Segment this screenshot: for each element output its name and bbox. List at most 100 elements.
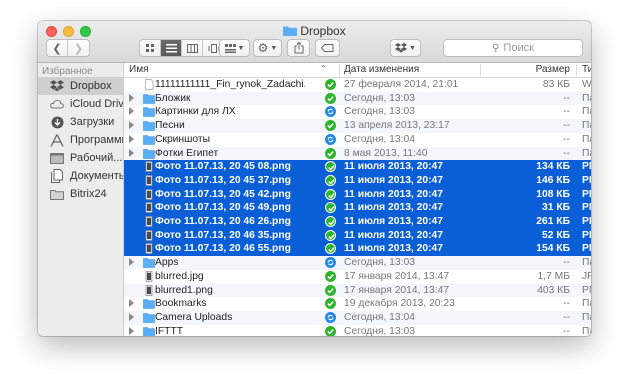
table-row[interactable]: Фото 11.07.13, 20 45 37.png 11 июля 2013,… bbox=[124, 173, 591, 188]
sync-complete-icon bbox=[325, 120, 336, 132]
table-row[interactable]: Песни 13 апреля 2013, 23:17 -- Папка bbox=[124, 119, 591, 133]
table-row[interactable]: Apps Сегодня, 13:03 -- Папка bbox=[124, 256, 591, 270]
sync-complete-icon bbox=[325, 161, 336, 173]
disclosure-triangle-icon[interactable] bbox=[129, 148, 134, 157]
table-row[interactable]: Фотки Египет 8 мая 2013, 11:40 -- Папка bbox=[124, 146, 591, 161]
column-header-date[interactable]: Дата изменения bbox=[344, 64, 419, 75]
file-size: -- bbox=[563, 257, 570, 269]
sidebar-item-icloud-drive[interactable]: iCloud Drive bbox=[38, 95, 123, 113]
image-file-icon bbox=[143, 161, 155, 173]
sidebar-item-applications[interactable]: Программы bbox=[38, 131, 123, 149]
action-button[interactable]: ⚙ ▼ bbox=[253, 39, 282, 57]
file-name: 11111111111_Fin_rynok_Zadachi.docx bbox=[155, 79, 305, 90]
file-name: Песни bbox=[155, 120, 185, 132]
file-name: IFTTT bbox=[155, 325, 184, 336]
forward-button[interactable]: ❯ bbox=[68, 40, 89, 56]
table-row[interactable]: Camera Uploads Сегодня, 13:04 -- Папка bbox=[124, 310, 591, 325]
sidebar-item-dropbox[interactable]: Dropbox bbox=[38, 77, 123, 95]
disclosure-triangle-icon[interactable] bbox=[129, 121, 134, 130]
table-row[interactable]: Фото 11.07.13, 20 46 35.png 11 июля 2013,… bbox=[124, 228, 591, 243]
table-row[interactable]: 11111111111_Fin_rynok_Zadachi.docx 27 фев… bbox=[124, 78, 591, 92]
sidebar-item-documents[interactable]: Документы bbox=[38, 167, 123, 185]
column-header-name[interactable]: Имя bbox=[129, 64, 148, 75]
file-date: 11 июля 2013, 20:47 bbox=[344, 202, 443, 214]
table-row[interactable]: Скриншоты Сегодня, 13:04 -- Папка bbox=[124, 133, 591, 147]
file-name: Camera Uploads bbox=[155, 311, 233, 323]
search-placeholder: Поиск bbox=[503, 42, 534, 54]
sync-complete-icon bbox=[325, 284, 336, 296]
tags-button[interactable] bbox=[315, 39, 340, 57]
folder-icon bbox=[143, 120, 155, 131]
document-icon bbox=[143, 79, 155, 90]
search-field[interactable]: ⚲ Поиск bbox=[443, 39, 583, 57]
file-name: Фото 11.07.13, 20 45 37.png bbox=[155, 174, 291, 186]
table-row[interactable]: Фото 11.07.13, 20 45 49.png 11 июля 2013,… bbox=[124, 201, 591, 215]
table-row[interactable]: Картинки для ЛХ Сегодня, 13:03 -- Папка bbox=[124, 105, 591, 119]
file-date: Сегодня, 13:04 bbox=[344, 311, 415, 323]
image-file-icon bbox=[143, 188, 155, 200]
sidebar-item-downloads[interactable]: Загрузки bbox=[38, 113, 123, 131]
list-icon bbox=[165, 43, 177, 52]
sync-complete-icon bbox=[325, 298, 336, 310]
image-file-icon bbox=[143, 270, 155, 282]
view-switcher bbox=[139, 39, 225, 57]
arrange-icon bbox=[224, 43, 236, 53]
arrange-button[interactable]: ▼ bbox=[219, 39, 250, 57]
toolbar: ❮ ❯ ▼ ⚙ ▼ ▼ ⚲ Поиск bbox=[38, 38, 591, 60]
file-date: 11 июля 2013, 20:47 bbox=[344, 216, 443, 227]
table-row[interactable]: Фото 11.07.13, 20 45 42.png 11 июля 2013,… bbox=[124, 187, 591, 202]
folder-icon bbox=[143, 93, 155, 104]
disclosure-triangle-icon[interactable] bbox=[129, 134, 134, 143]
sidebar-item-bitrix24[interactable]: Bitrix24 bbox=[38, 185, 123, 203]
file-date: 27 февраля 2014, 21:01 bbox=[344, 79, 459, 90]
share-button[interactable] bbox=[287, 39, 310, 57]
file-name: Фото 11.07.13, 20 46 55.png bbox=[155, 243, 291, 255]
sidebar-item-label: Документы bbox=[70, 170, 123, 182]
dropbox-menu-button[interactable]: ▼ bbox=[390, 39, 421, 57]
columns-icon bbox=[186, 43, 198, 53]
file-date: 17 января 2014, 13:47 bbox=[344, 284, 450, 296]
disclosure-triangle-icon[interactable] bbox=[129, 299, 134, 308]
file-name: Фото 11.07.13, 20 46 35.png bbox=[155, 229, 291, 241]
syncing-icon bbox=[325, 257, 336, 269]
file-date: 11 июля 2013, 20:47 bbox=[344, 161, 443, 173]
file-name: Картинки для ЛХ bbox=[155, 106, 236, 118]
disclosure-triangle-icon[interactable] bbox=[129, 93, 134, 102]
table-row[interactable]: Фото 11.07.13, 20 46 55.png 11 июля 2013,… bbox=[124, 242, 591, 257]
chevron-down-icon: ▼ bbox=[237, 44, 245, 52]
disclosure-triangle-icon[interactable] bbox=[129, 312, 134, 321]
table-row[interactable]: Фото 11.07.13, 20 45 08.png 11 июля 2013,… bbox=[124, 160, 591, 174]
table-row[interactable]: blurred1.png 17 января 2014, 13:47 403 КБ P… bbox=[124, 283, 591, 298]
table-row[interactable]: Bookmarks 19 декабря 2013, 20:23 -- Папка bbox=[124, 297, 591, 311]
file-name: Скриншоты bbox=[155, 133, 210, 145]
sidebar-item-label: Bitrix24 bbox=[70, 188, 107, 200]
desktop-icon bbox=[50, 151, 64, 165]
column-header-type[interactable]: Тип bbox=[582, 64, 591, 75]
file-size: -- bbox=[563, 106, 570, 118]
file-type: Папка bbox=[582, 325, 591, 336]
file-type: Папка bbox=[582, 311, 591, 323]
table-row[interactable]: IFTTT Сегодня, 13:03 -- Папка bbox=[124, 325, 591, 336]
column-header-size[interactable]: Размер bbox=[484, 64, 570, 75]
table-row[interactable]: blurred.jpg 17 января 2014, 13:47 1,7 МБ JP… bbox=[124, 270, 591, 284]
file-size: 146 КБ bbox=[536, 174, 570, 186]
list-view-button[interactable] bbox=[161, 40, 182, 56]
file-date: Сегодня, 13:03 bbox=[344, 106, 415, 118]
back-button[interactable]: ❮ bbox=[47, 40, 68, 56]
file-type: PNG bbox=[582, 284, 591, 296]
disclosure-triangle-icon[interactable] bbox=[129, 326, 134, 335]
file-size: -- bbox=[563, 147, 570, 159]
folder-icon bbox=[143, 312, 155, 323]
window-title: Dropbox bbox=[38, 24, 591, 38]
disclosure-triangle-icon[interactable] bbox=[129, 107, 134, 116]
column-view-button[interactable] bbox=[182, 40, 203, 56]
nav-buttons: ❮ ❯ bbox=[46, 39, 90, 57]
image-file-icon bbox=[143, 175, 155, 186]
table-row[interactable]: Фото 11.07.13, 20 46 26.png 11 июля 2013,… bbox=[124, 215, 591, 229]
disclosure-triangle-icon[interactable] bbox=[129, 258, 134, 267]
sidebar-item-desktop[interactable]: Рабочий... bbox=[38, 149, 123, 167]
sync-complete-icon bbox=[325, 216, 336, 227]
icon-view-button[interactable] bbox=[140, 40, 161, 56]
folder-icon bbox=[50, 187, 64, 201]
table-row[interactable]: Бложик Сегодня, 13:03 -- Папка bbox=[124, 91, 591, 106]
